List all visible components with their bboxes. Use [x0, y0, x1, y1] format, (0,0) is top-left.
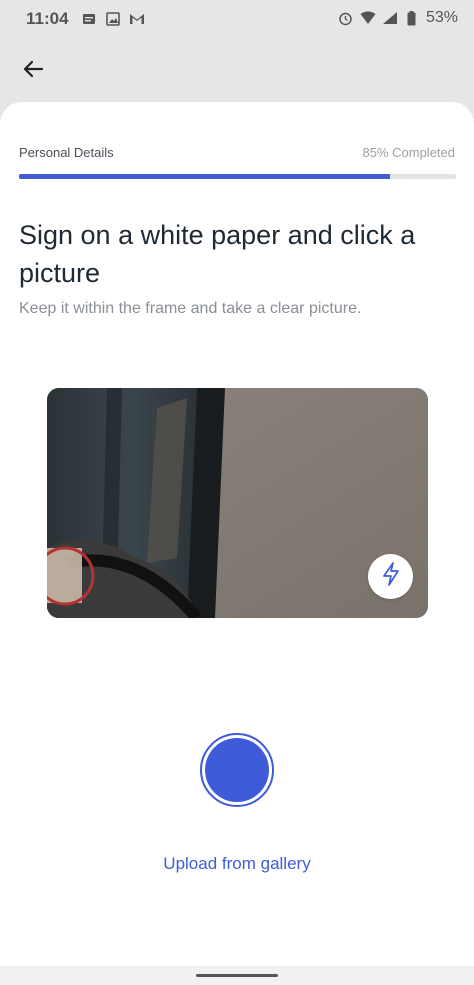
alarm-icon [338, 10, 354, 26]
status-bar: 11:04 53% [0, 0, 474, 40]
signal-icon [382, 10, 398, 26]
content-sheet: Personal Details 85% Completed Sign on a… [0, 102, 474, 966]
battery-percent: 53% [425, 9, 458, 26]
navigation-bar [0, 966, 474, 985]
home-indicator[interactable] [196, 974, 278, 977]
flash-toggle-button[interactable] [368, 554, 413, 599]
arrow-left-icon [22, 60, 44, 83]
progress-fill [19, 174, 391, 179]
image-icon [105, 11, 121, 27]
status-left: 11:04 [26, 9, 145, 29]
progress-label: Personal Details [19, 145, 114, 160]
upload-from-gallery-link[interactable]: Upload from gallery [0, 854, 474, 874]
status-time: 11:04 [26, 9, 69, 28]
status-right: 53% [338, 9, 458, 27]
page-title: Sign on a white paper and click a pictur… [19, 220, 416, 288]
capture-button[interactable] [200, 733, 274, 807]
message-icon [81, 11, 97, 27]
wifi-icon [360, 10, 376, 26]
back-button[interactable] [14, 52, 52, 90]
camera-preview [47, 388, 428, 618]
page-subtitle: Keep it within the frame and take a clea… [19, 300, 362, 317]
progress-percent: 85% Completed [362, 145, 456, 160]
gmail-icon [129, 11, 145, 27]
battery-icon [404, 10, 420, 26]
capture-button-inner [205, 738, 269, 802]
flash-icon [381, 562, 401, 591]
progress-bar [19, 174, 456, 179]
